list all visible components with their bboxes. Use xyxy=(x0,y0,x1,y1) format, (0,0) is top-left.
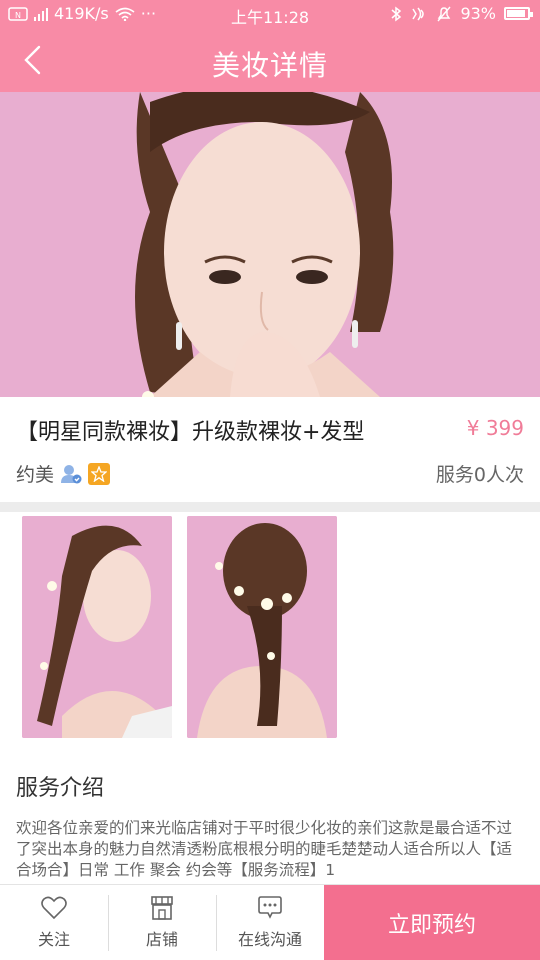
photo-gallery xyxy=(22,516,337,738)
back-braid-image xyxy=(187,516,337,738)
gallery-photo-side[interactable] xyxy=(22,516,172,738)
online-chat-label: 在线沟通 xyxy=(237,930,302,949)
star-icon xyxy=(91,465,108,482)
heart-icon xyxy=(41,896,67,920)
battery-percent: 93% xyxy=(460,4,496,23)
star-shop-icon xyxy=(88,462,111,485)
store-icon xyxy=(151,896,173,920)
status-right: 93% xyxy=(390,4,533,23)
vibrate-icon xyxy=(412,7,425,20)
status-bar: N 419K/s ··· 上午11:28 93% xyxy=(0,0,540,28)
shop-label: 店铺 xyxy=(145,930,178,949)
product-price: ¥ 399 xyxy=(466,416,524,440)
bottom-action-bar: 关注 店铺 在线沟通 立即预约 xyxy=(0,884,540,960)
service-description: 欢迎各位亲爱的们来光临店铺对于平时很少化妆的亲们这款是最合适不过了突出本身的魅力… xyxy=(16,819,513,879)
page-title: 美妆详情 xyxy=(211,49,328,82)
bluetooth-icon xyxy=(391,6,402,21)
nav-bar: 美妆详情 xyxy=(0,28,540,92)
verified-user-icon xyxy=(61,464,82,483)
follow-label: 关注 xyxy=(37,930,70,949)
hero-photo[interactable] xyxy=(0,92,540,397)
shop-name: 约美 xyxy=(16,464,55,486)
model-portrait-image xyxy=(0,92,540,397)
shop-info[interactable]: 约美 xyxy=(16,460,111,487)
served-count: 服务0人次 xyxy=(435,464,524,486)
battery-fill xyxy=(507,10,526,17)
book-now-button[interactable]: 立即预约 xyxy=(324,885,540,960)
online-chat-button[interactable]: 在线沟通 xyxy=(216,885,324,960)
service-section-title: 服务介绍 xyxy=(16,776,105,801)
chat-bubble-icon xyxy=(258,896,282,919)
side-braid-image xyxy=(22,516,172,738)
gallery-photo-back[interactable] xyxy=(187,516,337,738)
mute-bell-icon xyxy=(437,6,451,21)
product-title: 【明星同款裸妆】升级款裸妆+发型 xyxy=(16,420,365,445)
section-divider xyxy=(0,502,540,512)
shop-button[interactable]: 店铺 xyxy=(108,885,216,960)
follow-button[interactable]: 关注 xyxy=(0,885,108,960)
battery-icon xyxy=(504,7,533,20)
